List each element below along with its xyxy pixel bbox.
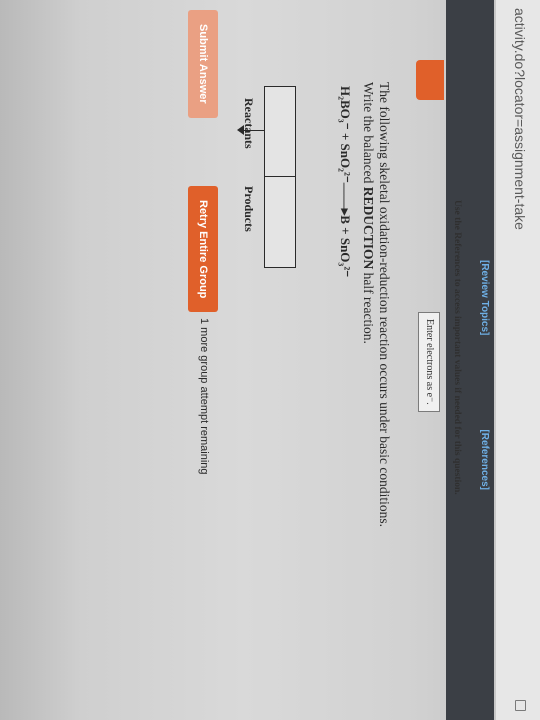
attempts-remaining-text: 1 more group attempt remaining xyxy=(198,318,210,475)
retry-group-button[interactable]: Retry Entire Group xyxy=(188,186,218,313)
question-keyword: REDUCTION xyxy=(361,186,376,270)
skeletal-equation: H₂BO₃⁻ + SnO₂²⁻——▸B + SnO₃²⁻ xyxy=(337,86,353,277)
question-text: The following skeletal oxidation-reducti… xyxy=(360,82,392,552)
reactant-2: SnO₂²⁻ xyxy=(338,143,353,183)
reaction-arrow: ——▸ xyxy=(338,182,353,216)
products-input[interactable] xyxy=(264,176,296,268)
reactants-label: Reactants xyxy=(242,98,256,149)
plus-sign: + xyxy=(338,223,353,238)
products-label: Products xyxy=(242,186,256,232)
submit-answer-button[interactable]: Submit Answer xyxy=(188,10,218,118)
electrons-hint: Enter electrons as e⁻. xyxy=(418,312,440,412)
review-topics-link[interactable]: [Review Topics] xyxy=(479,260,490,335)
side-tab[interactable] xyxy=(416,60,444,100)
product-1: B xyxy=(338,215,353,224)
url-text: activity.do?locator=assignment-take xyxy=(512,8,528,230)
header-links: [Review Topics] [References] xyxy=(479,260,490,490)
address-bar[interactable]: activity.do?locator=assignment-take xyxy=(495,0,540,720)
reactant-1: H₂BO₃⁻ xyxy=(338,86,353,130)
instructions-text: Use the References to access important v… xyxy=(452,200,462,495)
screen: activity.do?locator=assignment-take [Rev… xyxy=(0,0,540,720)
plus-sign: + xyxy=(338,129,353,144)
reactants-input[interactable] xyxy=(264,86,296,178)
question-suffix: half reaction. xyxy=(361,269,376,344)
window-icon xyxy=(515,700,526,711)
product-2: SnO₃²⁻ xyxy=(338,237,353,278)
references-link[interactable]: [References] xyxy=(479,429,490,490)
assignment-page: activity.do?locator=assignment-take [Rev… xyxy=(0,0,540,720)
